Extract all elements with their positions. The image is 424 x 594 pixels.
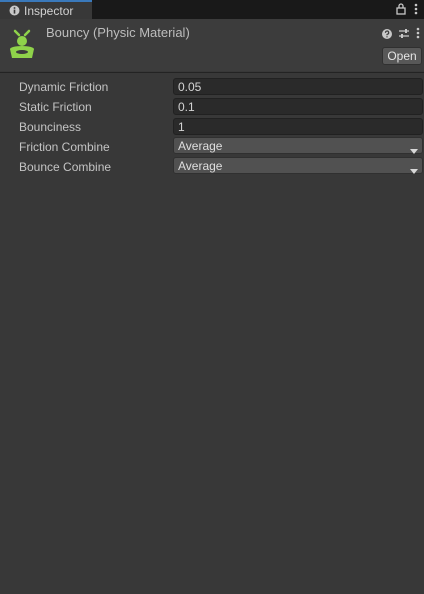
property-row-static-friction: Static Friction 0.1 xyxy=(0,97,424,117)
friction-combine-dropdown[interactable]: Average xyxy=(173,137,423,154)
property-row-friction-combine: Friction Combine Average xyxy=(0,137,424,157)
tabbar-tools xyxy=(396,2,418,20)
preset-icon[interactable] xyxy=(398,26,410,44)
dynamic-friction-field[interactable]: 0.05 xyxy=(173,78,423,95)
property-row-bounce-combine: Bounce Combine Average xyxy=(0,157,424,177)
physic-material-icon xyxy=(6,27,38,59)
property-label: Friction Combine xyxy=(19,140,110,154)
dropdown-value: Average xyxy=(178,139,223,153)
dropdown-value: Average xyxy=(178,159,223,173)
info-icon xyxy=(9,5,20,16)
property-row-dynamic-friction: Dynamic Friction 0.05 xyxy=(0,77,424,97)
properties-panel: Dynamic Friction 0.05 Static Friction 0.… xyxy=(0,77,424,177)
property-row-bounciness: Bounciness 1 xyxy=(0,117,424,137)
window-tabbar: Inspector xyxy=(0,0,424,19)
dropdown-arrow-icon xyxy=(410,163,418,177)
tab-label: Inspector xyxy=(24,3,74,18)
property-label: Bounce Combine xyxy=(19,160,112,174)
kebab-menu-icon[interactable] xyxy=(414,2,418,20)
help-icon[interactable] xyxy=(382,26,392,44)
bounce-combine-dropdown[interactable]: Average xyxy=(173,157,423,174)
static-friction-field[interactable]: 0.1 xyxy=(173,98,423,115)
property-label: Static Friction xyxy=(19,100,92,114)
dropdown-arrow-icon xyxy=(410,143,418,157)
open-button[interactable]: Open xyxy=(382,47,422,65)
property-label: Dynamic Friction xyxy=(19,80,109,94)
bounciness-field[interactable]: 1 xyxy=(173,118,423,135)
lock-icon[interactable] xyxy=(396,2,406,20)
tab-inspector[interactable]: Inspector xyxy=(0,0,92,19)
asset-title: Bouncy (Physic Material) xyxy=(46,25,190,40)
header-divider xyxy=(0,72,424,73)
header-tools xyxy=(382,26,420,44)
inspector-header: Bouncy (Physic Material) Open xyxy=(0,19,424,71)
kebab-menu-icon[interactable] xyxy=(416,26,420,44)
property-label: Bounciness xyxy=(19,120,82,134)
